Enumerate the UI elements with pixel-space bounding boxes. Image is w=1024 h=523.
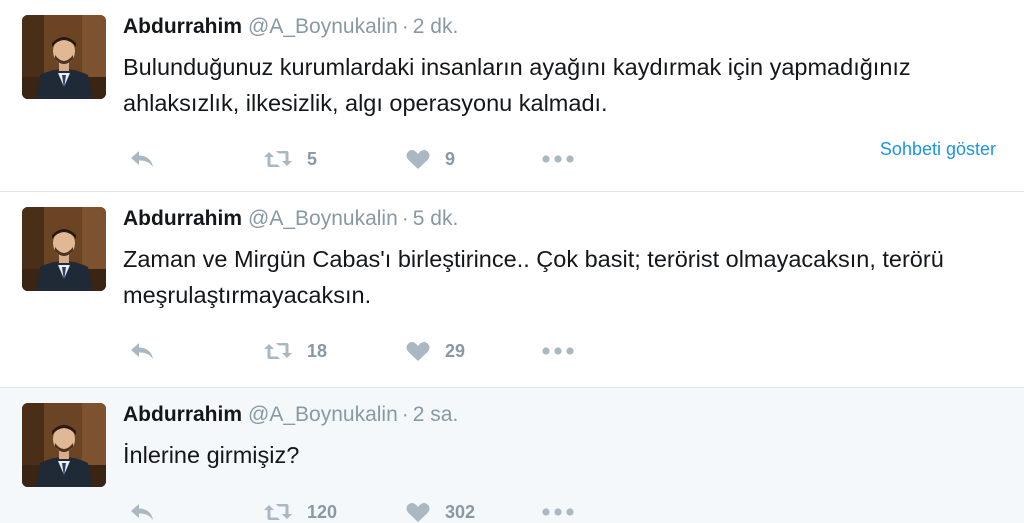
profile-photo	[22, 403, 106, 487]
retweet-icon	[263, 340, 293, 362]
like-count: 302	[445, 502, 476, 522]
like-button[interactable]: 29	[405, 338, 465, 364]
more-button[interactable]	[541, 338, 575, 364]
tweet-text: İnlerine girmişiz?	[123, 442, 300, 468]
tweet-header: Abdurrahim @A_Boynukalin · 2 sa.	[123, 402, 458, 428]
reply-icon	[129, 501, 155, 523]
retweet-icon	[263, 148, 293, 170]
tweet-text: Bulunduğunuz kurumlardaki insanların aya…	[123, 54, 911, 116]
reply-icon	[129, 340, 155, 362]
more-dots-icon	[541, 154, 575, 164]
author-handle[interactable]: @A_Boynukalin	[248, 15, 398, 38]
more-button[interactable]	[541, 499, 575, 523]
retweet-count: 120	[307, 502, 338, 522]
like-count: 29	[445, 341, 466, 361]
profile-photo	[22, 207, 106, 291]
tweet-actions: 18 29	[123, 338, 1003, 364]
tweet-header: Abdurrahim @A_Boynukalin · 2 dk.	[123, 14, 458, 40]
heart-icon	[405, 340, 431, 362]
retweet-button[interactable]: 120	[263, 499, 337, 523]
heart-icon	[405, 148, 431, 170]
author-name[interactable]: Abdurrahim	[123, 403, 242, 426]
avatar[interactable]	[22, 207, 106, 291]
profile-photo	[22, 15, 106, 99]
author-name[interactable]: Abdurrahim	[123, 15, 242, 38]
tweet[interactable]: Abdurrahim @A_Boynukalin · 2 sa. İnlerine g…	[0, 388, 1024, 523]
retweet-count: 18	[307, 341, 328, 361]
show-conversation-link[interactable]: Sohbeti göster	[880, 138, 996, 160]
tweet-timestamp[interactable]: 2 sa.	[413, 403, 459, 426]
like-count: 9	[445, 149, 456, 169]
separator-dot: ·	[401, 15, 409, 38]
tweet[interactable]: Abdurrahim @A_Boynukalin · 5 dk. Zaman ve M…	[0, 192, 1024, 388]
tweet-actions: 120 302	[123, 499, 1003, 523]
separator-dot: ·	[401, 403, 409, 426]
author-handle[interactable]: @A_Boynukalin	[248, 207, 398, 230]
reply-button[interactable]	[129, 338, 155, 364]
tweet-actions: 5 9	[123, 146, 1003, 172]
avatar[interactable]	[22, 403, 106, 487]
more-dots-icon	[541, 346, 575, 356]
retweet-button[interactable]: 5	[263, 146, 317, 172]
author-handle[interactable]: @A_Boynukalin	[248, 403, 398, 426]
retweet-button[interactable]: 18	[263, 338, 327, 364]
like-button[interactable]: 9	[405, 146, 455, 172]
more-button[interactable]	[541, 146, 575, 172]
reply-button[interactable]	[129, 146, 155, 172]
tweet-timestamp[interactable]: 5 dk.	[413, 207, 459, 230]
tweet[interactable]: Abdurrahim @A_Boynukalin · 2 dk. Bulunduğun…	[0, 0, 1024, 192]
like-button[interactable]: 302	[405, 499, 475, 523]
separator-dot: ·	[401, 207, 409, 230]
avatar[interactable]	[22, 15, 106, 99]
reply-icon	[129, 148, 155, 170]
tweet-header: Abdurrahim @A_Boynukalin · 5 dk.	[123, 206, 458, 232]
more-dots-icon	[541, 507, 575, 517]
tweet-timestamp[interactable]: 2 dk.	[413, 15, 459, 38]
author-name[interactable]: Abdurrahim	[123, 207, 242, 230]
retweet-count: 5	[307, 149, 318, 169]
reply-button[interactable]	[129, 499, 155, 523]
tweet-text: Zaman ve Mirgün Cabas'ı birleştirince.. …	[123, 246, 944, 308]
heart-icon	[405, 501, 431, 523]
retweet-icon	[263, 501, 293, 523]
